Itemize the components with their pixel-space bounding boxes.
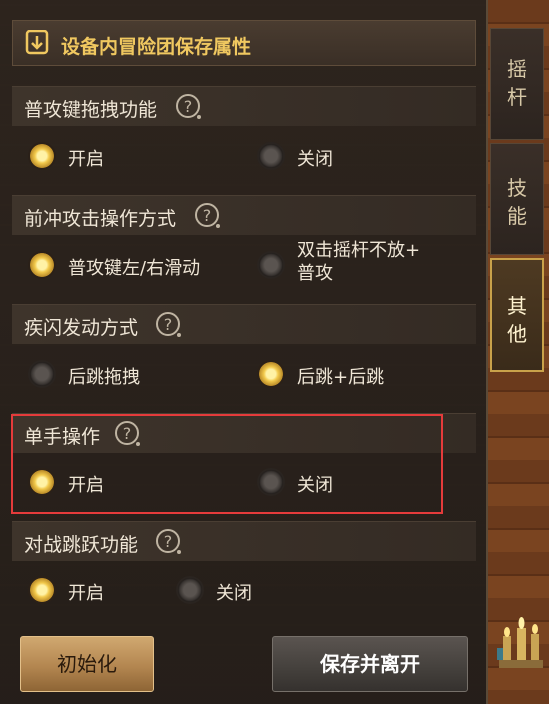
option-label-line1: 双击摇杆不放+: [297, 240, 421, 261]
tab-label-char: 能: [507, 204, 527, 228]
panel-title: 设备内冒险团保存属性: [61, 36, 252, 58]
help-icon[interactable]: ?: [175, 93, 203, 121]
help-icon[interactable]: ?: [155, 528, 183, 556]
radio-option-swipe[interactable]: 普攻键左/右滑动: [28, 247, 248, 283]
section-dodge-header: 疾闪发动方式 ?: [12, 304, 476, 344]
reset-button[interactable]: 初始化: [20, 636, 154, 692]
section-title: 前冲攻击操作方式: [24, 208, 177, 230]
option-label: 关闭: [216, 583, 252, 604]
tab-label-char: 杆: [507, 85, 527, 109]
option-label: 双击摇杆不放+ 普攻: [297, 239, 437, 285]
radio-selected[interactable]: [28, 142, 56, 170]
radio-option-back-back[interactable]: 后跳+后跳: [257, 356, 457, 392]
option-label: 后跳拖拽: [68, 367, 140, 388]
tab-label-char: 其: [507, 294, 527, 318]
option-label: 后跳+后跳: [297, 367, 385, 388]
option-label-line2: 普攻: [297, 263, 333, 284]
option-label: 开启: [68, 583, 104, 604]
radio-unselected[interactable]: [257, 251, 285, 279]
panel-header: 设备内冒险团保存属性: [12, 20, 476, 66]
tab-label-char: 他: [507, 322, 527, 346]
option-label: 关闭: [297, 149, 333, 170]
radio-option-off[interactable]: 关闭: [176, 572, 316, 608]
radio-option-off[interactable]: 关闭: [257, 138, 457, 174]
section-title: 疾闪发动方式: [24, 317, 139, 339]
radio-unselected[interactable]: [176, 576, 204, 604]
tab-skills[interactable]: 技 能: [490, 143, 544, 255]
help-icon[interactable]: ?: [155, 311, 183, 339]
radio-selected[interactable]: [28, 576, 56, 604]
radio-option-double-tap[interactable]: 双击摇杆不放+ 普攻: [257, 240, 457, 284]
save-device-icon: [25, 30, 49, 55]
radio-unselected[interactable]: [257, 142, 285, 170]
svg-text:?: ?: [164, 315, 173, 334]
radio-option-back-drag[interactable]: 后跳拖拽: [28, 356, 228, 392]
candle-decoration: [497, 617, 543, 668]
section-title: 普攻键拖拽功能: [24, 99, 158, 121]
save-and-exit-button[interactable]: 保存并离开: [272, 636, 468, 692]
section-dash-attack-header: 前冲攻击操作方式 ?: [12, 195, 476, 235]
tab-label-char: 技: [507, 176, 527, 200]
help-icon[interactable]: ?: [194, 202, 222, 230]
svg-text:?: ?: [203, 206, 212, 225]
radio-option-on[interactable]: 开启: [28, 572, 168, 608]
svg-text:?: ?: [184, 97, 193, 116]
radio-selected[interactable]: [257, 360, 285, 388]
tab-label-char: 摇: [507, 57, 527, 81]
section-pvp-jump-header: 对战跳跃功能 ?: [12, 521, 476, 561]
option-label: 开启: [68, 149, 104, 170]
radio-unselected[interactable]: [28, 360, 56, 388]
option-label: 普攻键左/右滑动: [68, 258, 201, 279]
section-attack-drag-header: 普攻键拖拽功能 ?: [12, 86, 476, 126]
tab-joystick[interactable]: 摇 杆: [490, 28, 544, 140]
radio-selected[interactable]: [28, 251, 56, 279]
radio-option-on[interactable]: 开启: [28, 138, 228, 174]
tab-other[interactable]: 其 他: [490, 258, 544, 372]
highlight-annotation-box: [11, 414, 443, 514]
settings-panel: 设备内冒险团保存属性 普攻键拖拽功能 ? 开启 关闭 前冲攻击操作方式 ? 普攻…: [0, 0, 488, 704]
svg-text:?: ?: [164, 532, 173, 551]
section-title: 对战跳跃功能: [24, 534, 139, 556]
